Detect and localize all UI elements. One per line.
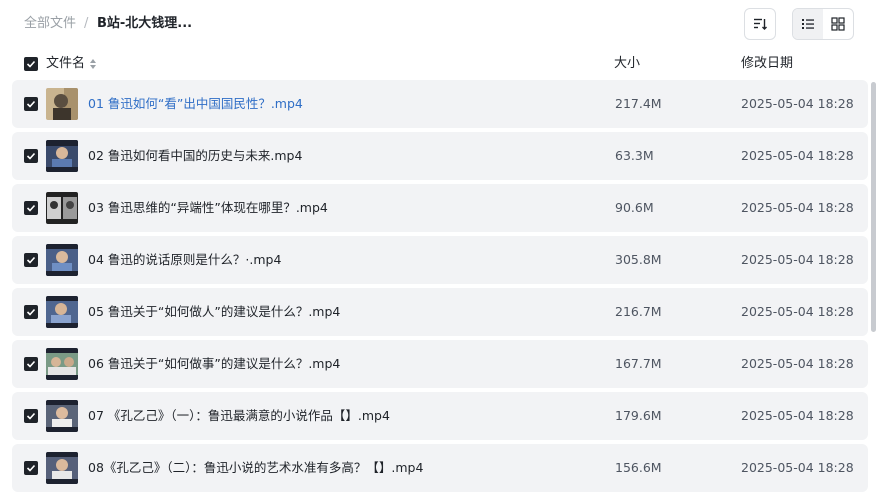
checkmark-icon <box>26 204 36 212</box>
file-name[interactable]: 04 鲁迅的说话原则是什么？·.mp4 <box>88 251 281 269</box>
file-modified: 2025-05-04 18:28 <box>741 460 854 475</box>
checkmark-icon <box>26 412 36 420</box>
file-modified: 2025-05-04 18:28 <box>741 356 854 371</box>
file-name[interactable]: 02 鲁迅如何看中国的历史与未来.mp4 <box>88 147 302 165</box>
file-row[interactable]: 01 鲁迅如何“看”出中国国民性？.mp4 217.4M 2025-05-04 … <box>12 80 868 128</box>
checkmark-icon <box>26 464 36 472</box>
checkmark-icon <box>26 152 36 160</box>
row-checkbox[interactable] <box>24 409 38 423</box>
video-thumbnail <box>46 400 78 432</box>
breadcrumb-separator: / <box>84 16 89 31</box>
file-size: 179.6M <box>615 408 662 423</box>
file-row[interactable]: 07 《孔乙己》（一）：鲁迅最满意的小说作品【】.mp4 179.6M 2025… <box>12 392 868 440</box>
file-modified: 2025-05-04 18:28 <box>741 408 854 423</box>
file-list: 01 鲁迅如何“看”出中国国民性？.mp4 217.4M 2025-05-04 … <box>12 80 868 495</box>
breadcrumb-current: B站-北大钱理... <box>97 16 193 31</box>
row-checkbox[interactable] <box>24 149 38 163</box>
file-row[interactable]: 06 鲁迅关于“如何做事”的建议是什么？.mp4 167.7M 2025-05-… <box>12 340 868 388</box>
file-size: 156.6M <box>615 460 662 475</box>
view-toggle <box>792 8 854 40</box>
file-row[interactable]: 04 鲁迅的说话原则是什么？·.mp4 305.8M 2025-05-04 18… <box>12 236 868 284</box>
file-name[interactable]: 06 鲁迅关于“如何做事”的建议是什么？.mp4 <box>88 355 340 373</box>
sort-button[interactable] <box>744 8 776 40</box>
row-checkbox[interactable] <box>24 253 38 267</box>
column-header: 文件名 大小 修改日期 <box>0 48 878 80</box>
checkmark-icon <box>26 256 36 264</box>
video-thumbnail <box>46 88 78 120</box>
column-modified-header[interactable]: 修改日期 <box>741 55 793 73</box>
video-thumbnail <box>46 140 78 172</box>
video-thumbnail <box>46 244 78 276</box>
grid-view-button[interactable] <box>823 9 853 39</box>
row-checkbox[interactable] <box>24 357 38 371</box>
video-thumbnail <box>46 296 78 328</box>
file-row[interactable]: 05 鲁迅关于“如何做人”的建议是什么？.mp4 216.7M 2025-05-… <box>12 288 868 336</box>
select-all-checkbox[interactable] <box>24 57 38 71</box>
file-name[interactable]: 07 《孔乙己》（一）：鲁迅最满意的小说作品【】.mp4 <box>88 407 390 425</box>
video-thumbnail <box>46 192 78 224</box>
file-modified: 2025-05-04 18:28 <box>741 96 854 111</box>
top-bar: 全部文件 / B站-北大钱理... <box>0 0 878 48</box>
file-name[interactable]: 08《孔乙己》（二）：鲁迅小说的艺术水准有多高？【】.mp4 <box>88 459 423 477</box>
file-row[interactable]: 02 鲁迅如何看中国的历史与未来.mp4 63.3M 2025-05-04 18… <box>12 132 868 180</box>
file-size: 63.3M <box>615 148 654 163</box>
file-name[interactable]: 05 鲁迅关于“如何做人”的建议是什么？.mp4 <box>88 303 340 321</box>
video-thumbnail <box>46 452 78 484</box>
file-modified: 2025-05-04 18:28 <box>741 304 854 319</box>
file-size: 305.8M <box>615 252 662 267</box>
file-modified: 2025-05-04 18:28 <box>741 148 854 163</box>
sort-descending-icon <box>754 18 767 30</box>
file-size: 217.4M <box>615 96 662 111</box>
file-name[interactable]: 01 鲁迅如何“看”出中国国民性？.mp4 <box>88 95 303 113</box>
video-thumbnail <box>46 348 78 380</box>
column-size-header[interactable]: 大小 <box>614 55 640 73</box>
sort-toggle-icon[interactable] <box>89 57 97 71</box>
row-checkbox[interactable] <box>24 461 38 475</box>
row-checkbox[interactable] <box>24 201 38 215</box>
list-view-button[interactable] <box>793 9 823 39</box>
file-size: 216.7M <box>615 304 662 319</box>
row-checkbox[interactable] <box>24 305 38 319</box>
column-name-header[interactable]: 文件名 <box>46 55 85 73</box>
checkmark-icon <box>26 308 36 316</box>
file-size: 167.7M <box>615 356 662 371</box>
checkmark-icon <box>26 60 36 68</box>
file-size: 90.6M <box>615 200 654 215</box>
breadcrumb-root[interactable]: 全部文件 <box>24 15 76 33</box>
scrollbar-thumb[interactable] <box>871 82 876 332</box>
file-modified: 2025-05-04 18:28 <box>741 200 854 215</box>
file-row[interactable]: 08《孔乙己》（二）：鲁迅小说的艺术水准有多高？【】.mp4 156.6M 20… <box>12 444 868 492</box>
list-view-icon <box>802 19 814 29</box>
file-modified: 2025-05-04 18:28 <box>741 252 854 267</box>
grid-view-icon <box>831 17 845 31</box>
file-name[interactable]: 03 鲁迅思维的“异端性”体现在哪里？.mp4 <box>88 199 328 217</box>
file-row[interactable]: 03 鲁迅思维的“异端性”体现在哪里？.mp4 90.6M 2025-05-04… <box>12 184 868 232</box>
checkmark-icon <box>26 360 36 368</box>
checkmark-icon <box>26 100 36 108</box>
row-checkbox[interactable] <box>24 97 38 111</box>
